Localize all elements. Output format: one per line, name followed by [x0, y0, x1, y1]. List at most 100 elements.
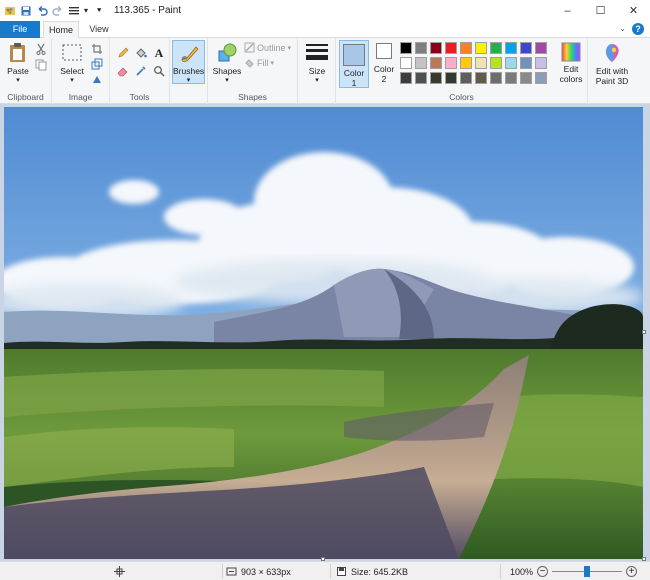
size-label: Size: [308, 66, 326, 76]
palette-swatch[interactable]: [505, 57, 517, 69]
tab-home[interactable]: Home: [43, 21, 79, 39]
close-button[interactable]: ✕: [617, 0, 650, 21]
palette-swatch[interactable]: [535, 72, 547, 84]
zoom-slider[interactable]: [552, 566, 623, 577]
palette-swatch[interactable]: [415, 57, 427, 69]
palette-swatch[interactable]: [520, 72, 532, 84]
palette-swatch[interactable]: [400, 72, 412, 84]
zoom-slider-thumb[interactable]: [584, 566, 591, 577]
paint3d-group: Edit with Paint 3D: [588, 38, 636, 104]
copy-icon[interactable]: [34, 58, 48, 72]
color2-label-line1: Color: [373, 64, 395, 74]
zoom-control: 100% − +: [510, 566, 638, 577]
colors-group: Color 1 Color 2 Edit colors Colors: [336, 38, 588, 104]
properties-icon[interactable]: [68, 5, 80, 17]
drawing-canvas[interactable]: [4, 107, 643, 559]
ribbon: Paste ▾ Clipboard Select ▾ Image A Tools…: [0, 38, 650, 104]
size-dropdown-icon[interactable]: ▾: [302, 76, 332, 86]
palette-swatch[interactable]: [445, 72, 457, 84]
shapes-label: Shapes: [212, 66, 242, 76]
color2-button[interactable]: Color 2: [371, 43, 397, 84]
tools-group: A Tools: [110, 38, 170, 104]
paint-app-icon: [5, 6, 15, 15]
customize-qa-dropdown-icon[interactable]: ▾: [84, 6, 88, 15]
paste-dropdown-icon[interactable]: ▾: [4, 76, 32, 86]
zoom-in-button[interactable]: +: [626, 566, 638, 577]
palette-swatch[interactable]: [520, 42, 532, 54]
undo-icon[interactable]: [36, 5, 48, 17]
fill-bucket-icon[interactable]: [134, 46, 148, 60]
cursor-position-icon: [114, 566, 125, 577]
palette-swatch[interactable]: [415, 42, 427, 54]
edit-colors-button[interactable]: Edit colors: [556, 42, 586, 84]
help-button[interactable]: ?: [632, 23, 644, 35]
crop-icon[interactable]: [90, 42, 104, 56]
palette-swatch[interactable]: [535, 57, 547, 69]
color1-label-line2: 1: [351, 78, 357, 88]
select-button[interactable]: Select ▾: [58, 42, 86, 86]
maximize-button[interactable]: ☐: [584, 0, 617, 21]
palette-swatch[interactable]: [475, 42, 487, 54]
outline-dropdown[interactable]: Outline ▾: [244, 42, 291, 53]
minimize-button[interactable]: –: [551, 0, 584, 21]
palette-swatch[interactable]: [535, 42, 547, 54]
text-tool-icon[interactable]: A: [152, 46, 166, 60]
color-picker-icon[interactable]: [134, 64, 148, 78]
zoom-level: 100%: [510, 566, 534, 577]
resize-icon[interactable]: [90, 57, 104, 71]
eraser-icon[interactable]: [116, 64, 130, 78]
redo-icon[interactable]: [52, 5, 64, 17]
tab-view[interactable]: View: [82, 21, 116, 38]
brushes-button[interactable]: Brushes ▾: [172, 40, 205, 84]
fill-label: Fill: [257, 57, 269, 68]
brushes-label: Brushes: [173, 66, 205, 76]
paste-label: Paste: [7, 66, 29, 76]
palette-swatch[interactable]: [490, 42, 502, 54]
palette-swatch[interactable]: [490, 57, 502, 69]
cut-icon[interactable]: [34, 42, 48, 56]
color-palette: [400, 42, 556, 90]
dimensions-icon: [226, 567, 237, 576]
shapes-button[interactable]: Shapes ▾: [212, 42, 242, 86]
color1-button[interactable]: Color 1: [339, 40, 369, 88]
palette-swatch[interactable]: [430, 72, 442, 84]
paste-button[interactable]: Paste ▾: [4, 42, 32, 86]
shapes-dropdown-icon[interactable]: ▾: [212, 76, 242, 86]
palette-swatch[interactable]: [460, 42, 472, 54]
clipboard-group: Paste ▾ Clipboard: [0, 38, 52, 104]
tab-file[interactable]: File: [0, 21, 40, 38]
palette-swatch[interactable]: [460, 57, 472, 69]
palette-swatch[interactable]: [445, 42, 457, 54]
magnifier-icon[interactable]: [152, 64, 166, 78]
palette-swatch[interactable]: [475, 57, 487, 69]
color1-label-line1: Color: [343, 68, 365, 78]
palette-swatch[interactable]: [490, 72, 502, 84]
size-button[interactable]: Size ▾: [302, 42, 332, 86]
zoom-out-button[interactable]: −: [537, 566, 549, 577]
palette-swatch[interactable]: [430, 57, 442, 69]
palette-swatch[interactable]: [505, 72, 517, 84]
palette-swatch[interactable]: [520, 57, 532, 69]
select-dropdown-icon[interactable]: ▾: [58, 76, 86, 86]
landscape-painting: [4, 107, 643, 559]
palette-swatch[interactable]: [505, 42, 517, 54]
palette-swatch[interactable]: [430, 42, 442, 54]
fill-dropdown[interactable]: Fill ▾: [244, 57, 274, 68]
edit-colors-label-line2: colors: [559, 74, 583, 84]
palette-swatch[interactable]: [475, 72, 487, 84]
edit-colors-icon: [561, 42, 581, 62]
customize-qa-icon[interactable]: ⯆: [96, 6, 102, 16]
palette-swatch[interactable]: [445, 57, 457, 69]
rotate-icon[interactable]: [90, 72, 104, 86]
palette-swatch[interactable]: [400, 42, 412, 54]
resize-handle-right[interactable]: [642, 330, 646, 334]
file-size-icon: [337, 567, 346, 576]
save-icon[interactable]: [20, 5, 32, 17]
palette-swatch[interactable]: [415, 72, 427, 84]
pencil-icon[interactable]: [116, 46, 130, 60]
collapse-ribbon-icon[interactable]: ⌄: [619, 24, 626, 33]
palette-swatch[interactable]: [460, 72, 472, 84]
edit-with-paint3d-button[interactable]: Edit with Paint 3D: [590, 42, 634, 86]
brushes-dropdown-icon[interactable]: ▾: [173, 76, 204, 86]
palette-swatch[interactable]: [400, 57, 412, 69]
